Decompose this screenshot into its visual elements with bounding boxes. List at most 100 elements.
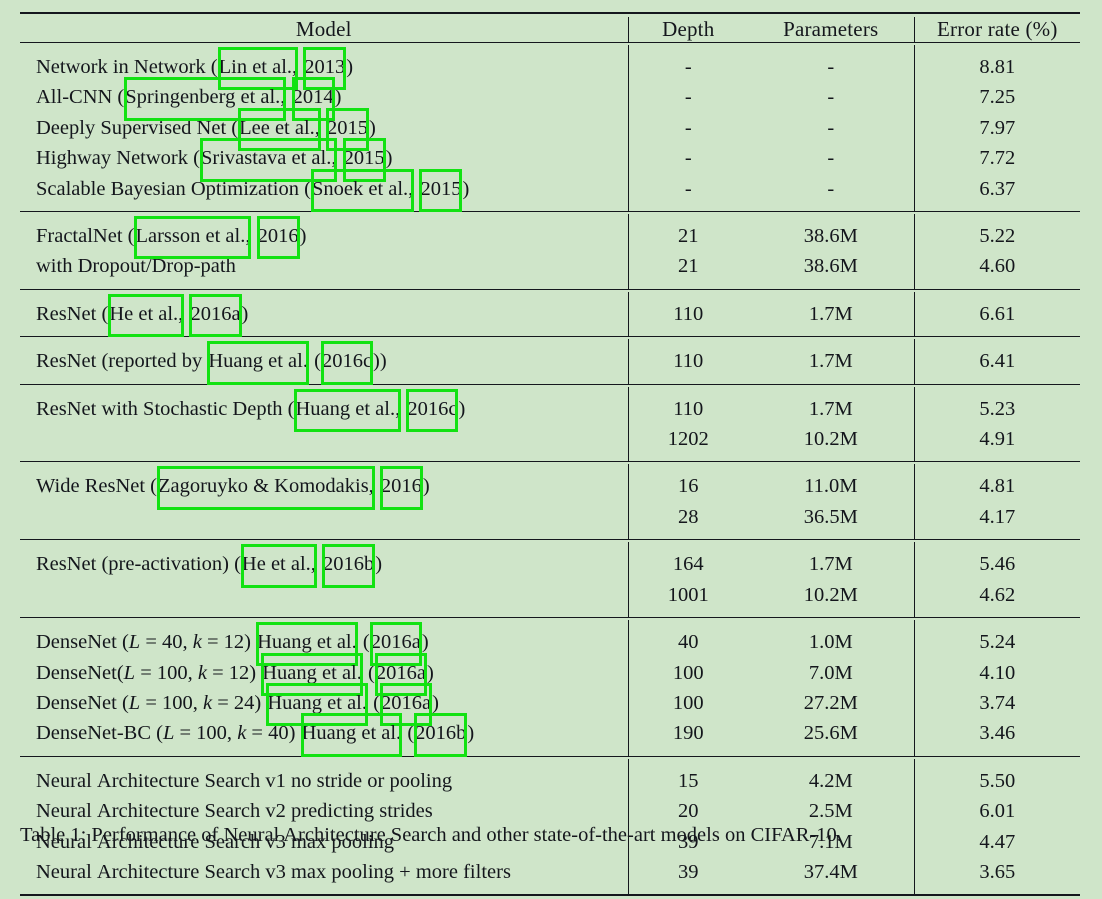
citation-annotation-box[interactable]: 2016c	[406, 388, 459, 433]
model-text: = 40,	[140, 631, 193, 654]
model-text: )	[426, 661, 434, 684]
citation-annotation-box[interactable]: Springenberg et al.,	[124, 77, 287, 122]
cell-model: DenseNet (L = 40, k = 12) Huang et al. (…	[20, 622, 628, 667]
citation-annotation-box[interactable]: 2016	[256, 215, 300, 260]
cell-depth: 190	[627, 718, 748, 749]
cell-model: ResNet (pre-activation) (He et al., 2016…	[20, 544, 628, 589]
citation-annotation-box[interactable]: 2016a	[189, 293, 242, 338]
cell-depth: 110	[627, 393, 748, 425]
cell-depth: 15	[627, 765, 748, 797]
citation-annotation-box[interactable]: 2015	[342, 138, 386, 183]
table-row[interactable]: ResNet (He et al., 2016a) 110 1.7M 6.61	[20, 293, 1080, 338]
model-text: L	[129, 692, 140, 714]
table-row[interactable]: Neural Architecture Search v1 no stride …	[20, 765, 1080, 797]
cell-depth: -	[627, 82, 748, 113]
model-text: ResNet (pre-activation) (	[36, 553, 241, 576]
citation-annotation-box[interactable]: 2016a	[379, 682, 433, 727]
citation-annotation-box[interactable]: 2015	[419, 168, 463, 213]
table-row[interactable]: DenseNet-BC (L = 100, k = 40) Huang et a…	[20, 713, 1080, 758]
model-text: ResNet with Stochastic Depth (	[36, 397, 295, 420]
citation-annotation-box[interactable]: 2016a	[369, 622, 422, 667]
math-variable: k	[197, 661, 207, 684]
cell-depth: 110	[627, 298, 748, 330]
cell-parameters: 27.2M	[803, 691, 858, 714]
cell-parameters: 25.6M	[803, 722, 858, 745]
table-spacer	[20, 339, 1080, 347]
table-row[interactable]: All-CNN (Springenberg et al., 2014) - -7.2…	[20, 77, 1080, 122]
cell-model: Wide ResNet (Zagoruyko & Komodakis, 2016…	[20, 466, 628, 511]
table-row[interactable]: Deeply Supervised Net (Lee et al., 2015)…	[20, 107, 1080, 152]
citation-annotation-box[interactable]: Lin et al.,	[217, 46, 299, 91]
model-text: = 12)	[206, 661, 262, 684]
citation-annotation-box[interactable]: Huang et al.	[256, 622, 358, 667]
citation-annotation-box[interactable]: Lee et al.,	[238, 107, 321, 152]
table-spacer	[20, 542, 1080, 550]
table-row[interactable]: Neural Architecture Search v3 max poolin…	[20, 856, 1080, 888]
citation-annotation-box[interactable]: Huang et al.	[300, 713, 403, 758]
citation-annotation-box[interactable]: 2013	[303, 46, 347, 91]
cell-model: All-CNN (Springenberg et al., 2014)	[20, 77, 628, 122]
table-spacer	[20, 464, 1080, 472]
citation-annotation-box[interactable]: Srivastava et al.,	[199, 138, 338, 183]
citation-annotation-box[interactable]: Huang et al.	[207, 341, 309, 386]
citation-annotation-box[interactable]: He et al.,	[240, 544, 317, 589]
table-row[interactable]: ResNet with Stochastic Depth (Huang et a…	[20, 388, 1080, 433]
citation-annotation-box[interactable]: 2014	[291, 77, 335, 122]
table-row[interactable]: Scalable Bayesian Optimization (Snoek et…	[20, 168, 1080, 213]
table-row[interactable]: ResNet (pre-activation) (He et al., 2016…	[20, 544, 1080, 589]
cell-error-rate: 5.22	[913, 221, 1080, 252]
citation-annotation-box[interactable]: Zagoruyko & Komodakis,	[157, 466, 375, 511]
cell-depth: 28	[627, 501, 748, 533]
table-row[interactable]: with Dropout/Drop-path 21 38.6M 4.60	[20, 251, 1080, 282]
math-variable: k	[192, 631, 202, 654]
citation-annotation-box[interactable]: Snoek et al.,	[310, 168, 415, 213]
citation-annotation-box[interactable]: 2015	[326, 107, 370, 152]
cell-parameters: 10.2M	[803, 428, 858, 451]
citation-annotation-box[interactable]: 2016c	[320, 341, 374, 386]
model-text: = 100,	[135, 661, 198, 684]
model-text: L	[124, 662, 135, 684]
cell-model: FractalNet (Larsson et al., 2016)	[20, 215, 628, 260]
cell-depth: 21	[627, 221, 748, 252]
table-row[interactable]: DenseNet (L = 40, k = 12) Huang et al. (…	[20, 622, 1080, 667]
table-row[interactable]: DenseNet (L = 100, k = 24) Huang et al. …	[20, 682, 1080, 727]
model-text: Scalable Bayesian Optimization (	[36, 177, 311, 200]
model-text: DenseNet (	[36, 691, 129, 714]
cell-error-rate: 4.81	[913, 471, 1080, 502]
table-row[interactable]: Highway Network (Srivastava et al., 2015…	[20, 138, 1080, 183]
citation-annotation-box[interactable]: He et al.,	[108, 293, 185, 338]
table-row[interactable]: FractalNet (Larsson et al., 2016) 21 38.6M…	[20, 215, 1080, 260]
cell-error-rate: 5.24	[913, 627, 1080, 658]
cell-parameters: 37.4M	[803, 860, 858, 883]
table-spacer	[20, 376, 1080, 385]
citation-annotation-box[interactable]: 2016b	[322, 544, 376, 589]
cell-model: DenseNet-BC (L = 100, k = 40) Huang et a…	[20, 713, 628, 758]
citation-annotation-box[interactable]: Huang et al.,	[294, 388, 401, 433]
cell-model: ResNet with Stochastic Depth (Huang et a…	[20, 388, 628, 433]
citation-annotation-box[interactable]: 2016	[379, 466, 423, 511]
cell-depth: -	[627, 52, 748, 83]
cell-depth: 16	[627, 471, 748, 502]
model-text: with Dropout/Drop-path	[36, 255, 236, 278]
cell-model: DenseNet (L = 100, k = 24) Huang et al. …	[20, 682, 628, 727]
table-row[interactable]: 1001 10.2M 4.62	[20, 579, 1080, 611]
table-spacer	[20, 610, 1080, 618]
cell-depth: 1202	[627, 424, 748, 455]
table-row[interactable]: Wide ResNet (Zagoruyko & Komodakis, 2016…	[20, 466, 1080, 511]
citation-annotation-box[interactable]: 2016a	[374, 652, 428, 697]
citation-annotation-box[interactable]: Larsson et al.,	[134, 215, 252, 260]
model-text: DenseNet (	[36, 631, 129, 654]
table-row[interactable]: Network in Network (Lin et al., 2013) - -8…	[20, 46, 1080, 91]
model-text: DenseNet-BC (	[36, 722, 163, 745]
table-row[interactable]: ResNet (reported by Huang et al. (2016c)…	[20, 341, 1080, 386]
citation-annotation-box[interactable]: Huang et al.	[266, 682, 368, 727]
table-row[interactable]: DenseNet(L = 100, k = 12) Huang et al. (…	[20, 652, 1080, 697]
model-text: = 100,	[140, 691, 203, 714]
cell-parameters: 1.0M	[808, 631, 853, 654]
table-spacer	[20, 281, 1080, 290]
table-row[interactable]: 28 36.5M 4.17	[20, 501, 1080, 533]
citation-annotation-box[interactable]: Huang et al.	[261, 652, 363, 697]
citation-annotation-box[interactable]: 2016b	[414, 713, 468, 758]
cell-error-rate: 5.46	[913, 549, 1080, 580]
table-row[interactable]: 1202 10.2M 4.91	[20, 424, 1080, 455]
